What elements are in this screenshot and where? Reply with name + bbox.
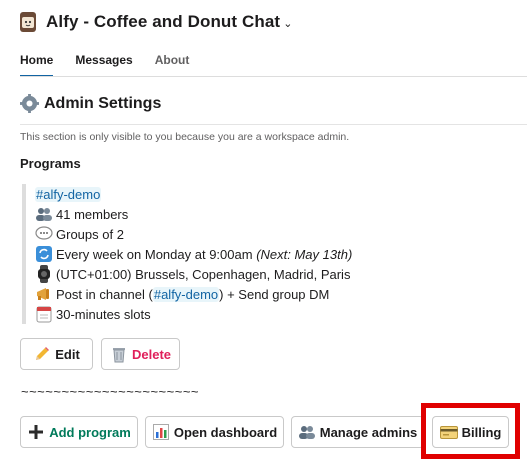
edit-button[interactable]: Edit bbox=[20, 338, 93, 370]
program-post-prefix: Post in channel ( bbox=[56, 286, 153, 302]
manage-admins-button[interactable]: Manage admins bbox=[291, 416, 424, 448]
repeat-icon bbox=[35, 245, 53, 263]
program-groups: Groups of 2 bbox=[56, 226, 124, 242]
calendar-icon bbox=[35, 305, 53, 323]
program-slots: 30-minutes slots bbox=[56, 306, 151, 322]
tab-bar: Home Messages About bbox=[20, 52, 211, 77]
program-slots-row: 30-minutes slots bbox=[35, 304, 352, 324]
delete-button[interactable]: Delete bbox=[101, 338, 180, 370]
trash-icon bbox=[110, 345, 128, 363]
app-header: Alfy - Coffee and Donut Chat ⌄ bbox=[18, 8, 292, 36]
tab-home[interactable]: Home bbox=[20, 52, 54, 77]
open-dashboard-button[interactable]: Open dashboard bbox=[145, 416, 284, 448]
admin-visibility-note: This section is only visible to you beca… bbox=[20, 131, 350, 143]
watch-icon bbox=[35, 265, 53, 283]
add-program-label: Add program bbox=[49, 424, 131, 440]
manage-admins-label: Manage admins bbox=[319, 424, 418, 440]
program-members-row: 41 members bbox=[35, 204, 352, 224]
program-post-suffix: ) + Send group DM bbox=[219, 286, 330, 302]
speech-bubble-icon bbox=[35, 225, 53, 243]
program-channel-link[interactable]: #alfy-demo bbox=[35, 186, 102, 202]
billing-highlight-box bbox=[421, 403, 520, 459]
app-title[interactable]: Alfy - Coffee and Donut Chat bbox=[46, 12, 280, 32]
edit-button-label: Edit bbox=[55, 346, 80, 362]
program-members: 41 members bbox=[56, 206, 129, 222]
bar-chart-icon bbox=[152, 423, 170, 441]
plus-icon bbox=[27, 423, 45, 441]
program-schedule-row: Every week on Monday at 9:00am (Next: Ma… bbox=[35, 244, 352, 264]
pencil-icon bbox=[33, 345, 51, 363]
program-post-channel-link[interactable]: #alfy-demo bbox=[152, 286, 220, 302]
admins-icon bbox=[298, 423, 316, 441]
admin-settings-heading: Admin Settings bbox=[20, 94, 161, 113]
chevron-down-icon[interactable]: ⌄ bbox=[283, 17, 292, 30]
admin-settings-title: Admin Settings bbox=[44, 94, 162, 112]
open-dashboard-label: Open dashboard bbox=[173, 424, 278, 440]
section-divider bbox=[20, 124, 527, 125]
coffee-cup-icon bbox=[20, 12, 36, 32]
program-next-date: (Next: May 13th) bbox=[256, 246, 353, 262]
program-schedule: Every week on Monday at 9:00am bbox=[56, 246, 253, 262]
program-timezone-row: (UTC+01:00) Brussels, Copenhagen, Madrid… bbox=[35, 264, 352, 284]
tab-divider bbox=[20, 76, 527, 77]
tab-about[interactable]: About bbox=[155, 52, 190, 77]
members-icon bbox=[35, 205, 53, 223]
programs-label: Programs bbox=[20, 156, 81, 171]
program-timezone: (UTC+01:00) Brussels, Copenhagen, Madrid… bbox=[56, 266, 351, 282]
gear-icon bbox=[20, 94, 39, 113]
program-channel-row: #alfy-demo bbox=[35, 184, 352, 204]
tab-messages[interactable]: Messages bbox=[75, 52, 132, 77]
megaphone-icon bbox=[35, 285, 53, 303]
program-card: #alfy-demo 41 members Groups of 2 Every … bbox=[22, 184, 352, 324]
delete-button-label: Delete bbox=[131, 346, 172, 362]
divider-tildes: ~~~~~~~~~~~~~~~~~~~~~~ bbox=[21, 384, 200, 399]
add-program-button[interactable]: Add program bbox=[20, 416, 138, 448]
program-groups-row: Groups of 2 bbox=[35, 224, 352, 244]
program-post-row: Post in channel (#alfy-demo) + Send grou… bbox=[35, 284, 352, 304]
